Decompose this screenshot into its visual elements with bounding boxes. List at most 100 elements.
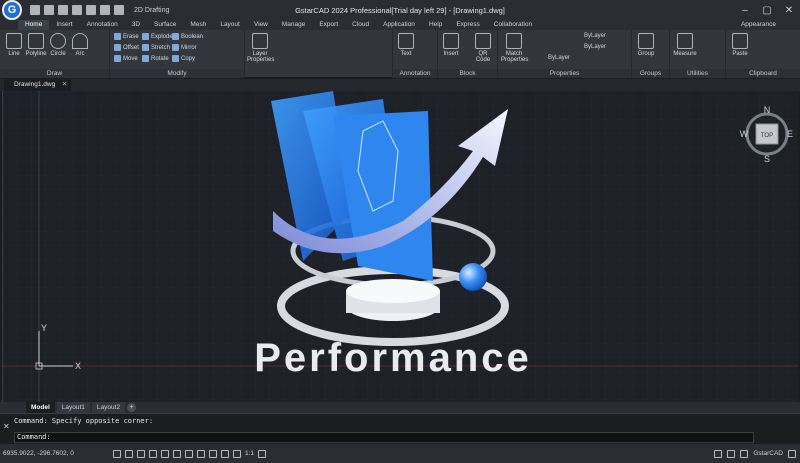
match-properties-label: Match Properties [501, 51, 529, 63]
layer-properties-button[interactable]: Layer Properties [247, 33, 275, 63]
pedestal-face [346, 279, 440, 303]
tab-cloud[interactable]: Cloud [345, 20, 376, 30]
linetype-dropdown[interactable]: ByLayer [584, 44, 606, 50]
groups-panel-title[interactable]: Groups [632, 69, 669, 78]
save-icon[interactable] [58, 5, 68, 15]
transparency-toggle-icon[interactable] [197, 449, 205, 458]
explode-icon [142, 33, 149, 40]
measure-button[interactable]: Measure [672, 33, 698, 57]
ortho-toggle-icon[interactable] [137, 449, 145, 458]
circle-button[interactable]: Circle [47, 33, 69, 57]
rotate-button[interactable]: Rotate [142, 55, 169, 62]
stretch-button[interactable]: Stretch [142, 44, 170, 51]
tab-help[interactable]: Help [422, 20, 449, 30]
compass-s: S [764, 154, 770, 164]
tab-insert[interactable]: Insert [49, 20, 79, 30]
polyline-button[interactable]: Polyline [25, 33, 47, 57]
undo-icon[interactable] [100, 5, 110, 15]
osnap-toggle-icon[interactable] [161, 449, 169, 458]
close-tab-icon[interactable]: ✕ [62, 79, 67, 91]
block-panel-title[interactable]: Block [438, 69, 497, 78]
tab-home[interactable]: Home [18, 20, 50, 30]
fullscreen-icon[interactable] [788, 449, 796, 458]
utilities-panel-title[interactable]: Utilities [670, 69, 725, 78]
new-file-icon[interactable] [30, 5, 40, 15]
lineweight-toggle-icon[interactable] [185, 449, 193, 458]
document-tab[interactable]: Drawing1.dwg ✕ [4, 79, 72, 91]
lock-icon[interactable] [727, 449, 736, 458]
stretch-label: Stretch [151, 44, 171, 51]
tab-layout2[interactable]: Layout2 [91, 402, 126, 413]
color-dropdown[interactable]: ByLayer [584, 33, 606, 39]
maximize-button[interactable]: ▢ [756, 0, 778, 20]
offset-button[interactable]: Offset [114, 44, 139, 51]
explode-label: Explode [151, 33, 173, 40]
app-name-label: GstarCAD [753, 450, 783, 457]
offset-icon [114, 44, 121, 51]
block-panel: Insert QR Code Block [438, 30, 498, 78]
add-layout-button[interactable]: + [127, 403, 137, 412]
appearance-menu[interactable]: Appearance [741, 20, 776, 30]
redo-icon[interactable] [114, 5, 124, 15]
tab-surface[interactable]: Surface [147, 20, 183, 30]
tab-layout[interactable]: Layout [213, 20, 247, 30]
annotation-visibility-icon[interactable] [233, 449, 241, 458]
grid-toggle-icon[interactable] [125, 449, 133, 458]
annotation-scale[interactable]: 1:1 [245, 450, 254, 457]
command-input[interactable]: Command: [14, 432, 754, 443]
qr-code-button[interactable]: QR Code [472, 33, 494, 63]
print-icon[interactable] [86, 5, 96, 15]
drawing-canvas[interactable]: Performance Y X TOP N S W E [2, 91, 798, 402]
app-menu-button[interactable]: G [2, 0, 22, 20]
tab-export[interactable]: Export [312, 20, 345, 30]
offset-label: Offset [123, 44, 139, 51]
copy-icon [172, 55, 179, 62]
tab-collaboration[interactable]: Collaboration [487, 20, 539, 30]
draw-panel-title[interactable]: Draw [0, 69, 109, 78]
arc-button[interactable]: Arc [69, 33, 91, 57]
selection-cycling-icon[interactable] [209, 449, 217, 458]
save-as-icon[interactable] [72, 5, 82, 15]
paste-button[interactable]: Paste [729, 33, 751, 57]
group-button[interactable]: Group [635, 33, 657, 57]
tab-express[interactable]: Express [449, 20, 486, 30]
polar-toggle-icon[interactable] [149, 449, 157, 458]
lineweight-dropdown[interactable]: ByLayer [548, 55, 570, 61]
workspace-selector[interactable]: 2D Drafting [134, 7, 169, 14]
close-button[interactable]: ✕ [778, 0, 800, 20]
ribbon-tab-bar: Home Insert Annotation 3D Surface Mesh L… [0, 20, 800, 30]
workspace-switch-icon[interactable] [258, 449, 267, 458]
explode-button[interactable]: Explode [142, 33, 173, 40]
tab-3d[interactable]: 3D [125, 20, 147, 30]
properties-panel-title[interactable]: Properties [498, 69, 631, 78]
annotation-panel-title[interactable]: Annotation [393, 69, 437, 78]
tab-model[interactable]: Model [26, 402, 55, 413]
match-properties-button[interactable]: Match Properties [501, 33, 529, 63]
dynamic-input-icon[interactable] [221, 449, 229, 458]
snap-toggle-icon[interactable] [113, 449, 121, 458]
modify-panel-title[interactable]: Modify [110, 69, 244, 78]
move-button[interactable]: Move [114, 55, 138, 62]
tab-manage[interactable]: Manage [275, 20, 313, 30]
erase-button[interactable]: Erase [114, 33, 139, 40]
boolean-button[interactable]: Boolean [172, 33, 203, 40]
minimize-button[interactable]: – [734, 0, 756, 20]
layer-properties-label: Layer Properties [247, 51, 275, 63]
notification-icon[interactable] [740, 449, 749, 458]
tab-annotation[interactable]: Annotation [80, 20, 125, 30]
tab-mesh[interactable]: Mesh [183, 20, 213, 30]
otrack-toggle-icon[interactable] [173, 449, 181, 458]
close-command-line-icon[interactable]: ✕ [3, 422, 10, 431]
open-file-icon[interactable] [44, 5, 54, 15]
settings-gear-icon[interactable] [714, 449, 723, 458]
tab-layout1[interactable]: Layout1 [56, 402, 90, 413]
tab-application[interactable]: Application [376, 20, 422, 30]
insert-button[interactable]: Insert [440, 33, 462, 57]
mirror-button[interactable]: Mirror [172, 44, 197, 51]
text-button[interactable]: Text [395, 33, 417, 57]
tab-view[interactable]: View [247, 20, 275, 30]
copy-button[interactable]: Copy [172, 55, 195, 62]
line-button[interactable]: Line [3, 33, 25, 57]
command-history: Command: Specify opposite corner: [14, 417, 154, 425]
clipboard-panel-title[interactable]: Clipboard [726, 69, 800, 78]
